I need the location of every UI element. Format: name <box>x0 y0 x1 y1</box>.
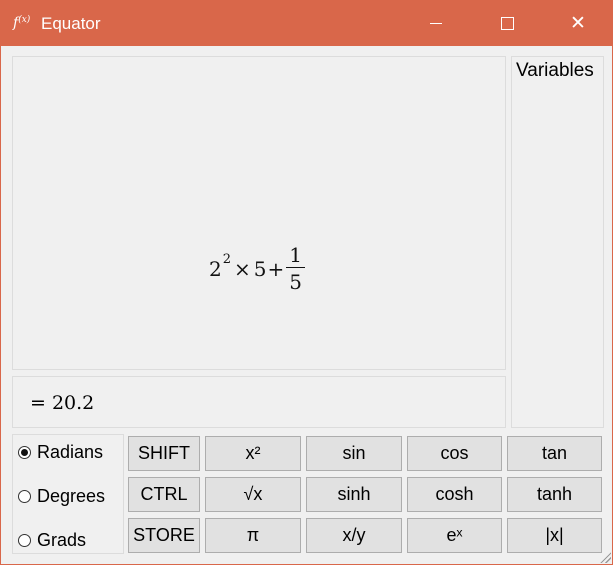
radio-grads[interactable]: Grads <box>18 530 86 551</box>
variables-panel[interactable]: Variables <box>511 56 604 428</box>
expr-exponent: 2 <box>222 252 232 267</box>
radio-degrees[interactable]: Degrees <box>18 486 105 507</box>
expr-fraction: 1 5 <box>286 245 306 294</box>
resize-grip-icon[interactable] <box>599 551 611 563</box>
title-bar[interactable]: f(x) Equator ✕ <box>1 1 612 46</box>
result-panel: = 20.2 <box>12 376 506 428</box>
expr-base: 2 <box>209 256 222 281</box>
tanh-button[interactable]: tanh <box>507 477 602 512</box>
sin-button[interactable]: sin <box>306 436 402 471</box>
exp-button[interactable]: eˣ <box>407 518 502 553</box>
window-title: Equator <box>41 14 101 33</box>
sinh-button[interactable]: sinh <box>306 477 402 512</box>
divide-button[interactable]: x/y <box>306 518 402 553</box>
close-button[interactable]: ✕ <box>555 1 601 46</box>
square-button[interactable]: x² <box>205 436 301 471</box>
radio-unselected-icon <box>18 534 31 547</box>
cos-button[interactable]: cos <box>407 436 502 471</box>
radio-label: Grads <box>37 530 87 550</box>
cosh-button[interactable]: cosh <box>407 477 502 512</box>
expr-times: × <box>234 256 251 281</box>
maximize-button[interactable] <box>484 1 530 46</box>
sqrt-button[interactable]: √x <box>205 477 301 512</box>
radio-selected-icon <box>18 446 31 459</box>
shift-button[interactable]: SHIFT <box>128 436 200 471</box>
store-button[interactable]: STORE <box>128 518 200 553</box>
equation-display: 22 × 5 + 1 5 <box>209 245 306 294</box>
minimize-icon <box>430 23 442 24</box>
radio-unselected-icon <box>18 490 31 503</box>
variables-label: Variables <box>516 60 594 81</box>
angle-mode-group: Radians Degrees Grads <box>12 434 124 554</box>
abs-button[interactable]: |x| <box>507 518 602 553</box>
fraction-numerator: 1 <box>286 245 306 268</box>
result-value: = 20.2 <box>30 392 95 414</box>
app-window: f(x) Equator ✕ 22 × 5 + 1 5 Variables = … <box>0 0 613 565</box>
pi-button[interactable]: π <box>205 518 301 553</box>
radio-label: Radians <box>37 442 104 462</box>
expr-multiplier: 5 <box>253 256 267 281</box>
maximize-icon <box>500 17 514 30</box>
fraction-denominator: 5 <box>289 270 303 294</box>
expr-plus: + <box>267 256 285 281</box>
radio-label: Degrees <box>37 486 106 506</box>
ctrl-button[interactable]: CTRL <box>128 477 200 512</box>
radio-radians[interactable]: Radians <box>18 442 103 463</box>
minimize-button[interactable] <box>413 1 459 46</box>
tan-button[interactable]: tan <box>507 436 602 471</box>
function-icon: f(x) <box>13 15 31 31</box>
close-icon: ✕ <box>570 13 586 34</box>
equation-editor[interactable]: 22 × 5 + 1 5 <box>12 56 506 370</box>
